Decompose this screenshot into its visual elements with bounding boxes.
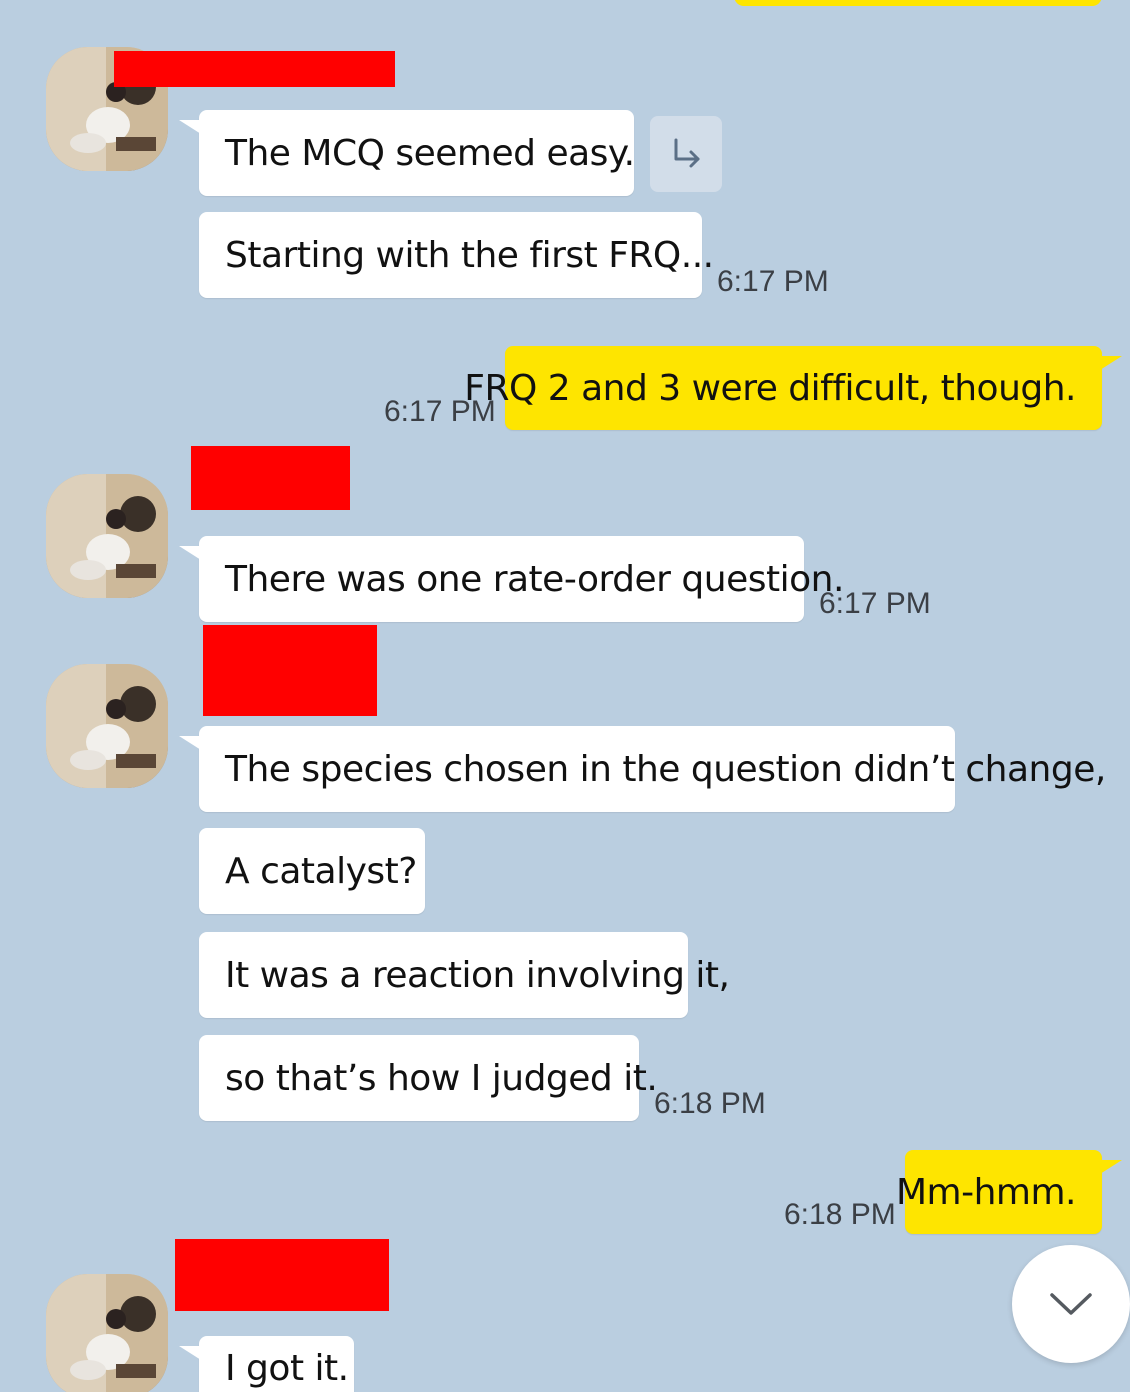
message-bubble[interactable]: Starting with the first FRQ... — [199, 212, 714, 298]
message-text: The species chosen in the question didn’… — [225, 748, 1106, 790]
message-time: 6:18 PM — [654, 1087, 766, 1120]
message-bubble[interactable]: The MCQ seemed easy. — [179, 110, 635, 196]
message-bubble[interactable]: A catalyst? — [199, 828, 425, 914]
message-text: Starting with the first FRQ... — [225, 234, 714, 276]
message-text: A catalyst? — [225, 850, 417, 892]
sender-avatar[interactable] — [46, 1274, 168, 1392]
sender-avatar[interactable] — [46, 664, 168, 788]
sender-name-redacted — [191, 446, 350, 510]
outgoing-message-bubble[interactable]: Mm-hmm. — [896, 1150, 1122, 1234]
profile-photo — [46, 664, 168, 788]
sender-name-redacted — [114, 51, 395, 87]
profile-photo — [46, 474, 168, 598]
message-text: so that’s how I judged it. — [225, 1057, 658, 1099]
message-text: I got it. — [225, 1348, 349, 1389]
message-bubble[interactable]: so that’s how I judged it. — [199, 1035, 658, 1121]
reply-arrow-icon — [674, 138, 700, 168]
message-time: 6:17 PM — [717, 265, 829, 298]
message-bubble[interactable]: It was a reaction involving it, — [199, 932, 730, 1018]
message-bubble[interactable]: I got it. — [179, 1336, 354, 1392]
message-text: FRQ 2 and 3 were difficult, though. — [464, 367, 1076, 409]
message-text: It was a reaction involving it, — [225, 954, 730, 996]
message-time: 6:18 PM — [784, 1198, 896, 1231]
message-text: There was one rate-order question. — [225, 558, 844, 600]
profile-photo — [46, 1274, 168, 1392]
message-bubble[interactable]: There was one rate-order question. — [179, 536, 844, 622]
message-text: Mm-hmm. — [895, 1171, 1077, 1213]
sender-avatar[interactable] — [46, 474, 168, 598]
sender-name-redacted — [175, 1239, 389, 1311]
message-bubble[interactable]: The species chosen in the question didn’… — [179, 726, 1106, 812]
scroll-to-bottom-button[interactable] — [1012, 1245, 1130, 1363]
message-text: The MCQ seemed easy. — [225, 132, 635, 174]
message-time: 6:17 PM — [819, 587, 931, 620]
previous-outgoing-bubble[interactable] — [734, 0, 1102, 6]
sender-name-redacted — [203, 625, 377, 716]
reply-button[interactable] — [650, 116, 722, 192]
chevron-down-icon — [1050, 1293, 1092, 1315]
chat-window: The MCQ seemed easy. Starting with the f… — [0, 0, 1130, 1392]
outgoing-message-bubble[interactable]: FRQ 2 and 3 were difficult, though. — [464, 346, 1122, 430]
